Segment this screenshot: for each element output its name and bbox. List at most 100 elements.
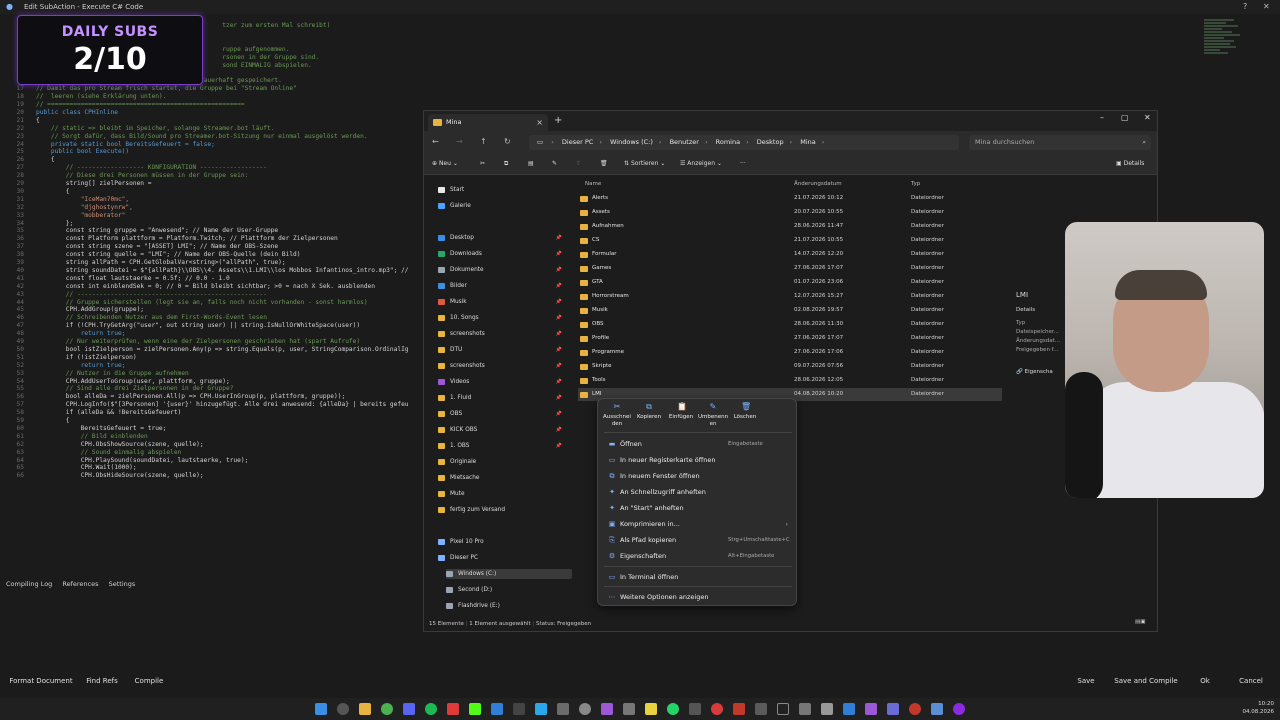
code-line[interactable]: "mobberator" [36, 212, 126, 220]
app-icon-grey-2[interactable] [623, 703, 635, 715]
quick-action-button[interactable]: 📋 Einfügen [666, 403, 696, 421]
code-line[interactable]: // Damit das pro Stream frisch startet, … [36, 85, 297, 93]
spotify-icon[interactable] [425, 703, 437, 715]
more-options-button[interactable]: ··· [740, 160, 746, 167]
code-line[interactable]: // leeren (siehe Erklärung unten). [36, 93, 166, 101]
paste-icon[interactable]: ▤ [528, 160, 534, 167]
notes-icon[interactable] [645, 703, 657, 715]
file-row[interactable]: Tools 28.06.2026 12:05 Dateiordner [578, 374, 1002, 387]
share-icon[interactable]: ⇪ [576, 160, 581, 167]
breadcrumb-item[interactable]: Mina [800, 138, 816, 146]
up-arrow-icon[interactable]: ↑ [480, 137, 487, 146]
code-line[interactable]: private static bool BereitsGefeuert = fa… [36, 141, 215, 149]
close-window-icon[interactable]: ✕ [1144, 113, 1151, 122]
nav-item[interactable]: Originale [438, 457, 564, 467]
app-icon-blue[interactable] [843, 703, 855, 715]
view-toggle-icon[interactable]: ▤▣ [1135, 619, 1145, 625]
file-row[interactable]: Alerts 21.07.2026 10:12 Dateiordner [578, 192, 1002, 205]
code-line[interactable]: public class CPHInline [36, 109, 118, 117]
nav-item[interactable]: 10. Songs 📌 [438, 313, 564, 323]
nav-item[interactable]: Downloads 📌 [438, 249, 564, 259]
nav-item[interactable]: screenshots 📌 [438, 329, 564, 339]
code-line[interactable]: const int einblendSek = 0; // 0 = Bild b… [36, 283, 375, 291]
breadcrumb-item[interactable]: Windows (C:) [610, 138, 653, 146]
code-line[interactable]: const string quelle = "LMI"; // Name der… [36, 251, 301, 259]
file-row[interactable]: Profile 27.06.2026 17:07 Dateiordner [578, 332, 1002, 345]
column-name[interactable]: Name [585, 181, 601, 187]
vscode-icon[interactable] [491, 703, 503, 715]
file-row[interactable]: Musik 02.08.2026 19:57 Dateiordner [578, 304, 1002, 317]
minimize-icon[interactable]: – [1100, 113, 1104, 122]
context-menu-item[interactable]: ⎘ Als Pfad kopieren Strg+Umschalttaste+C [602, 533, 794, 547]
refresh-icon[interactable]: ↻ [504, 137, 511, 146]
nav-item[interactable]: Dieser PC [438, 553, 564, 563]
ok-button[interactable]: Ok [1192, 674, 1218, 688]
app-icon-purple-2[interactable] [865, 703, 877, 715]
nav-item[interactable]: OBS 📌 [438, 409, 564, 419]
quick-action-button[interactable]: ✂ Ausschnei den [602, 403, 632, 428]
file-row[interactable]: Aufnahmen 28.06.2026 11:47 Dateiordner [578, 220, 1002, 233]
nav-item[interactable]: Mute [438, 489, 564, 499]
quick-action-button[interactable]: 🗑 Löschen [730, 403, 760, 421]
app-icon-dark[interactable] [513, 703, 525, 715]
cancel-button[interactable]: Cancel [1234, 674, 1268, 688]
code-line[interactable]: const string gruppe = "Anwesend"; // Nam… [36, 227, 278, 235]
breadcrumb-item[interactable]: Desktop [757, 138, 784, 146]
context-menu-item[interactable]: ⚙ Eigenschaften Alt+Eingabetaste [602, 549, 794, 563]
code-line[interactable]: CPH.AddGroup(gruppe); [36, 306, 144, 314]
code-line[interactable]: BereitsGefeuert = true; [36, 425, 167, 433]
nav-item[interactable]: KICK OBS 📌 [438, 425, 564, 435]
code-line[interactable]: "djghostynrw", [36, 204, 133, 212]
start-menu-icon[interactable] [315, 703, 327, 715]
explorer-tab[interactable]: Mina × [428, 114, 548, 131]
obs-icon[interactable] [579, 703, 591, 715]
breadcrumb-item[interactable]: Dieser PC [562, 138, 593, 146]
app-icon-grey[interactable] [557, 703, 569, 715]
code-line[interactable]: // Sound einmalig abspielen [36, 449, 182, 457]
new-button[interactable]: ⊕ Neu ⌄ [432, 160, 458, 167]
context-menu-item[interactable]: ▬ Öffnen Eingabetaste [602, 437, 794, 451]
nav-item[interactable]: Bilder 📌 [438, 281, 564, 291]
app-icon-grey-6[interactable] [821, 703, 833, 715]
code-line[interactable]: const Platform plattform = Platform.Twit… [36, 235, 338, 243]
code-line[interactable]: CPH.Wait(1000); [36, 464, 137, 472]
taskbar-clock[interactable]: 10:20 04.08.2026 [1243, 700, 1275, 716]
context-menu-item[interactable]: ▭ In Terminal öffnen [602, 570, 794, 584]
code-line[interactable]: // Bild einblenden [36, 433, 148, 441]
nav-item[interactable]: Flashdrive (E:) [446, 601, 572, 611]
code-line[interactable]: return true; [36, 330, 126, 338]
copy-icon[interactable]: ⧉ [504, 160, 508, 168]
whatsapp-icon[interactable] [667, 703, 679, 715]
code-line[interactable]: CPH.ObsShowSource(szene, quelle); [36, 441, 204, 449]
close-button[interactable]: ✕ [1263, 2, 1270, 11]
code-line[interactable]: // Gruppe sicherstellen (legt sie an, fa… [36, 299, 368, 307]
nav-item[interactable]: Desktop 📌 [438, 233, 564, 243]
code-line[interactable]: { [36, 156, 55, 164]
breadcrumb-item[interactable]: Benutzer [670, 138, 699, 146]
find-refs-button[interactable]: Find Refs [82, 674, 122, 688]
context-menu-item[interactable]: ✦ An "Start" anheften [602, 501, 794, 515]
code-line[interactable]: if (!istZielperson) [36, 354, 137, 362]
tab-compiling-log[interactable]: Compiling Log [6, 580, 52, 588]
nav-item[interactable]: Start [438, 185, 564, 195]
app-icon-red[interactable] [447, 703, 459, 715]
context-menu-item[interactable]: ▣ Komprimieren in... › [602, 517, 794, 531]
kick-icon[interactable] [469, 703, 481, 715]
code-line[interactable]: // Nutzer in die Gruppe aufnehmen [36, 370, 189, 378]
code-line[interactable]: // ------------------ KONFIGURATION ----… [36, 164, 267, 172]
nav-item[interactable]: 1. Fluid 📌 [438, 393, 564, 403]
file-row[interactable]: Games 27.06.2026 17:07 Dateiordner [578, 262, 1002, 275]
streamer-bot-icon[interactable] [953, 703, 965, 715]
file-row[interactable]: Formular 14.07.2026 12:20 Dateiordner [578, 248, 1002, 261]
code-line[interactable]: const string szene = "[ASSET] LMI"; // N… [36, 243, 278, 251]
nav-item[interactable]: 1. OBS 📌 [438, 441, 564, 451]
code-line[interactable]: // Schreibenden Nutzer aus dem First-Wor… [36, 314, 267, 322]
file-explorer-icon[interactable] [359, 703, 371, 715]
code-line[interactable]: // Sorgt dafür, dass Bild/Sound pro Stre… [36, 133, 368, 141]
cut-icon[interactable]: ✂ [480, 160, 485, 167]
app-icon-purple-3[interactable] [887, 703, 899, 715]
app-icon-red-2[interactable] [711, 703, 723, 715]
new-tab-icon[interactable]: + [554, 115, 562, 126]
rename-icon[interactable]: ✎ [552, 160, 557, 167]
format-document-button[interactable]: Format Document [8, 674, 74, 688]
